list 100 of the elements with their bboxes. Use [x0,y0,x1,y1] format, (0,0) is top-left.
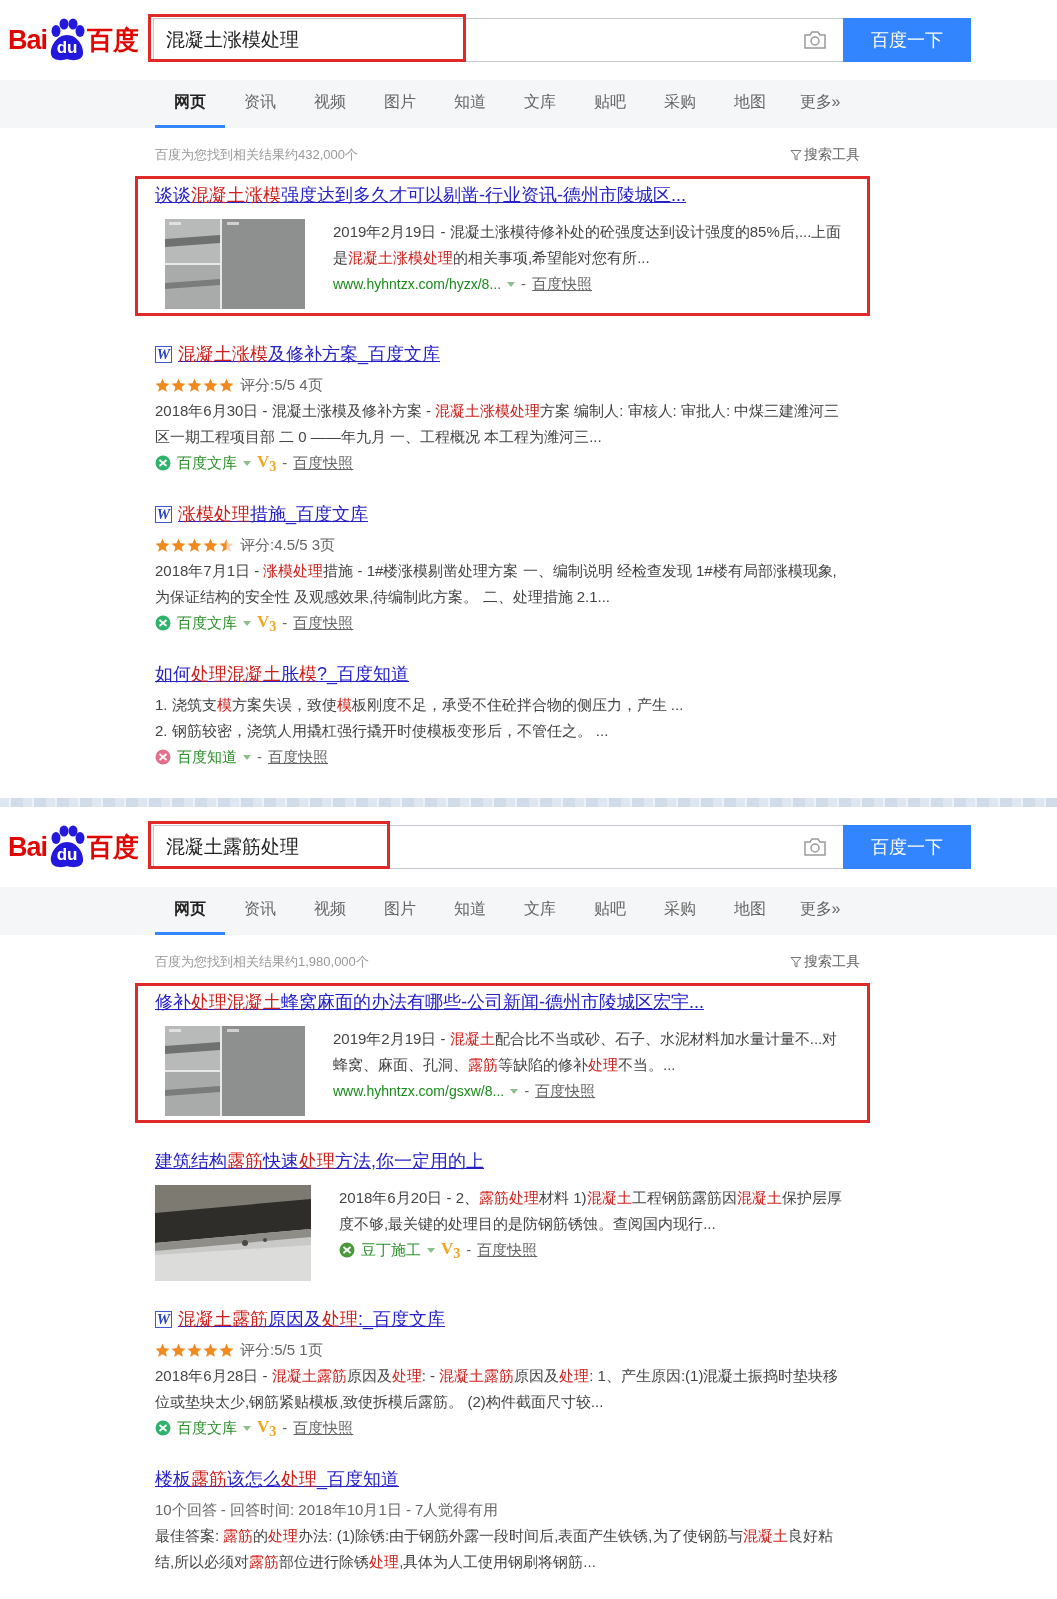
star-icon [171,537,186,553]
result-count: 百度为您找到相关结果约432,000个 [155,146,358,164]
search-tools-link[interactable]: 搜索工具 [790,953,860,971]
caret-icon[interactable] [243,620,251,626]
star-icon [203,537,218,553]
separator: - [257,747,262,767]
separator: - [282,613,288,633]
result-title-link[interactable]: 如何处理混凝土胀模?_百度知道 [155,660,850,688]
funnel-icon [790,956,802,968]
star-icon [219,377,234,393]
nav-tab[interactable]: 知道 [435,887,505,935]
separator: - [524,1081,530,1101]
nav-tab[interactable]: 文库 [505,80,575,128]
rating-text: 评分:5/5 4页 [240,375,323,395]
logo-text: du [56,38,78,59]
snapshot-link[interactable]: 百度快照 [535,1078,596,1104]
word-doc-icon: W [155,345,172,363]
level-label: V$_{3}$ [257,1417,277,1439]
nav-tab[interactable]: 采购 [645,887,715,935]
nav-tab[interactable]: 视频 [295,80,365,128]
result-title-link[interactable]: 谈谈混凝土涨模强度达到多久才可以剔凿-行业资讯-德州市陵城区... [155,181,850,209]
answer-line: 1. 浇筑支模方案失误，致使模板刚度不足，承受不住砼拌合物的侧压力，产生 ... [155,695,685,715]
snapshot-link[interactable]: 百度快照 [477,1237,538,1263]
snapshot-link[interactable]: 百度快照 [293,610,354,636]
snapshot-link[interactable]: 百度快照 [268,744,328,770]
star-icon [171,1342,186,1358]
source-name[interactable]: 百度文库 [177,610,237,636]
source-name[interactable]: 百度文库 [177,1415,237,1441]
camera-icon[interactable] [803,837,827,857]
result-snippet: 2018年6月28日 - 混凝土露筋原因及处理: - 混凝土露筋原因及处理: 1、产生原因:(1)混凝土振捣时垫块移位或垫块太少,钢筋紧贴模板,致使拆模后露筋。 (2)构件截面尺寸较... [155,1366,840,1412]
nav-tab[interactable]: 网页 [155,80,225,128]
result-snippet: 2018年6月20日 - 2、露筋处理材料 1)混凝土工程钢筋露筋因混凝土保护层厚度不够,最关键的处理目的是防钢筋锈蚀。查阅国内现行... [339,1188,843,1234]
nav-tab[interactable]: 资讯 [225,80,295,128]
source-name[interactable]: 百度文库 [177,450,237,476]
star-icon [203,377,218,393]
search-query: 混凝土涨模处理 [166,28,300,52]
separator: - [466,1240,472,1260]
level-label: V$_{3}$ [257,612,277,634]
caret-icon[interactable] [427,1247,435,1253]
star-icon [155,1342,170,1358]
nav-tab[interactable]: 知道 [435,80,505,128]
camera-icon[interactable] [803,30,827,50]
result-snippet: 2018年6月30日 - 混凝土涨模及修补方案 - 混凝土涨模处理方案 编制人: 审核人: 审批人: 中煤三建潍河三区一期工程项目部 二 0 ——年九月 一、工程概况 本工程为潍河三... [155,401,841,447]
caret-icon[interactable] [243,754,251,760]
source-name[interactable]: 豆丁施工 [361,1237,421,1263]
nav-tab[interactable]: 图片 [365,80,435,128]
nav-tab[interactable]: 贴吧 [575,80,645,128]
funnel-icon [790,149,802,161]
nav-tab[interactable]: 视频 [295,887,365,935]
result-snippet: 最佳答案: 露筋的处理办法: (1)除锈:由于钢筋外露一段时间后,表面产生铁锈,为了使钢筋与混凝土良好粘结,所以必须对露筋部位进行除锈处理,具体为人工使用钢刷将钢筋... [155,1526,834,1572]
rating-text: 评分:5/5 1页 [240,1340,323,1360]
search-button[interactable]: 百度一下 [843,18,971,62]
result-title-link[interactable]: 建筑结构露筋快速处理方法,你一定用的上 [155,1147,850,1175]
separator: - [521,274,527,294]
result-url: www.hyhntzx.com/gsxw/8... [333,1082,505,1101]
nav-tab[interactable]: 资讯 [225,887,295,935]
result-title-link[interactable]: 涨模处理措施_百度文库 [178,500,368,528]
nav-tab[interactable]: 地图 [715,80,785,128]
result-count: 百度为您找到相关结果约1,980,000个 [155,953,369,971]
logo-text: Bai [8,24,48,56]
logo-text: Bai [8,831,48,863]
level-label: V$_{3}$ [441,1239,461,1261]
rating-text: 评分:4.5/5 3页 [240,535,336,555]
star-icon [219,1342,234,1358]
nav-tab[interactable]: 贴吧 [575,887,645,935]
snapshot-link[interactable]: 百度快照 [293,450,354,476]
word-doc-icon: W [155,505,172,523]
result-title-link[interactable]: 楼板露筋该怎么处理_百度知道 [155,1465,850,1493]
separator: - [282,1418,288,1438]
caret-icon[interactable] [507,281,516,287]
caret-icon[interactable] [243,460,251,466]
result-snippet: 2019年2月19日 - 混凝土配合比不当或砂、石子、水泥材料加水量计量不...对蜂窝、麻面、孔洞、露筋等缺陷的修补处理不当。... [333,1029,839,1075]
separator: - [282,453,288,473]
star-icon [187,1342,202,1358]
star-icon [187,377,202,393]
star-icon [155,537,170,553]
star-icon [203,1342,218,1358]
nav-tab[interactable]: 地图 [715,887,785,935]
caret-icon[interactable] [510,1088,519,1094]
search-tools-link[interactable]: 搜索工具 [790,146,860,164]
result-title-link[interactable]: 混凝土涨模及修补方案_百度文库 [178,340,440,368]
source-name[interactable]: 百度知道 [177,744,237,770]
nav-tab[interactable]: 更多» [785,80,855,128]
search-button[interactable]: 百度一下 [843,825,971,869]
snapshot-link[interactable]: 百度快照 [532,271,593,297]
star-icon [155,377,170,393]
nav-tab[interactable]: 采购 [645,80,715,128]
result-snippet: 2019年2月19日 - 混凝土涨模待修补处的砼强度达到设计强度的85%后,...上面是混凝土涨模处理的相关事项,希望能对您有所... [333,222,843,268]
result-title-link[interactable]: 混凝土露筋原因及处理:_百度文库 [178,1305,445,1333]
caret-icon[interactable] [243,1425,251,1431]
nav-tab[interactable]: 网页 [155,887,225,935]
nav-tab[interactable]: 更多» [785,887,855,935]
nav-tab[interactable]: 文库 [505,887,575,935]
logo-text: 百度 [87,23,140,57]
nav-tab[interactable]: 图片 [365,887,435,935]
star-icon [187,537,202,553]
answer-meta: 10个回答 - 回答时间: 2018年10月1日 - 7人觉得有用 [155,1500,500,1520]
snapshot-link[interactable]: 百度快照 [293,1415,354,1441]
star-icon [171,377,186,393]
result-title-link[interactable]: 修补处理混凝土蜂窝麻面的办法有哪些-公司新闻-德州市陵城区宏宇... [155,988,850,1016]
